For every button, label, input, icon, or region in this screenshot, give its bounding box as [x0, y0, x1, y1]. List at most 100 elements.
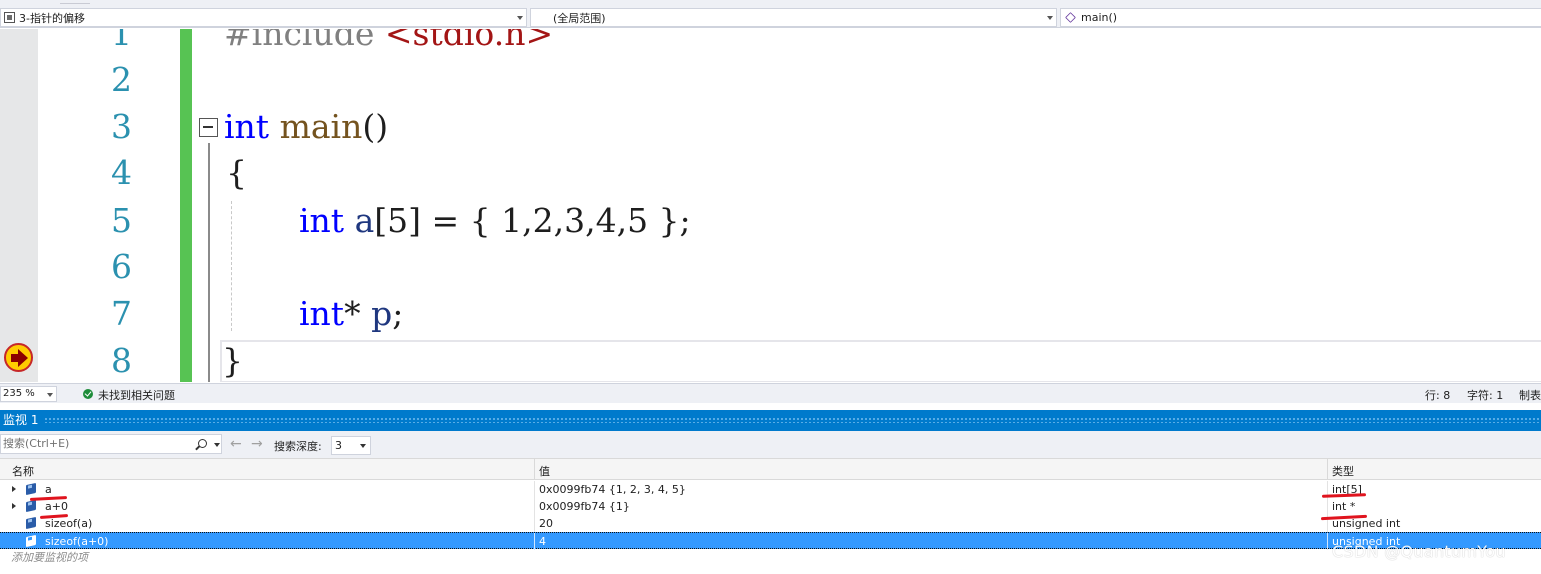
- project-dropdown[interactable]: 3-指针的偏移: [0, 8, 527, 27]
- expand-arrow-icon[interactable]: [12, 486, 16, 492]
- cell-divider: [534, 498, 535, 515]
- search-depth-dropdown[interactable]: 3: [331, 436, 371, 455]
- column-header-value[interactable]: 值: [539, 463, 550, 479]
- tab-strip-edge: [60, 0, 90, 4]
- issues-status[interactable]: 未找到相关问题: [98, 387, 175, 403]
- array-initializer: [5] = { 1,2,3,4,5 };: [374, 201, 691, 240]
- watch-row-type: int *: [1332, 500, 1356, 513]
- code-line-5[interactable]: int a[5] = { 1,2,3,4,5 };: [299, 198, 691, 244]
- line-number: 1: [111, 29, 132, 53]
- scope-dropdown-label: (全局范围): [553, 11, 606, 25]
- brace: }: [222, 341, 243, 380]
- code-line-1[interactable]: #include <stdio.h>: [224, 29, 553, 57]
- zoom-level: 235 %: [3, 388, 35, 399]
- search-placeholder: 搜索(Ctrl+E): [3, 437, 70, 450]
- function-name: main: [279, 107, 363, 146]
- watch-row-name[interactable]: sizeof(a): [45, 517, 92, 530]
- column-divider[interactable]: [1327, 459, 1328, 480]
- watch-row[interactable]: a+0 0x0099fb74 {1} int *: [0, 498, 1541, 515]
- char-indicator: 字符: 1: [1467, 389, 1504, 402]
- execution-pointer-icon[interactable]: [4, 343, 33, 372]
- line-number: 6: [111, 247, 132, 286]
- line-number: 8: [111, 341, 132, 380]
- cell-divider: [1327, 498, 1328, 515]
- pointer-star: *: [344, 294, 361, 333]
- search-icon[interactable]: [198, 439, 207, 448]
- punctuation: (): [362, 107, 389, 146]
- cell-divider: [534, 533, 535, 550]
- watch-panel-title: 监视 1: [3, 413, 39, 427]
- keyword: int: [299, 294, 345, 333]
- cell-divider: [534, 481, 535, 498]
- code-editor[interactable]: 1 2 3 4 5 6 7 8 #include <stdio.h> int m…: [0, 29, 1541, 382]
- variable-icon: [26, 482, 36, 496]
- watch-row-value[interactable]: 0x0099fb74 {1, 2, 3, 4, 5}: [539, 483, 686, 496]
- line-number: 3: [111, 107, 132, 146]
- watch-search-input[interactable]: 搜索(Ctrl+E): [0, 434, 222, 454]
- scope-dropdown[interactable]: (全局范围): [530, 8, 1057, 27]
- watch-row-name[interactable]: a+0: [45, 500, 68, 513]
- watch-row-value[interactable]: 4: [539, 535, 546, 548]
- preprocessor-directive: #include: [224, 29, 375, 53]
- chevron-down-icon[interactable]: [1047, 16, 1053, 20]
- watch-row-value[interactable]: 0x0099fb74 {1}: [539, 500, 630, 513]
- cell-divider: [1327, 533, 1328, 550]
- line-indicator: 行: 8: [1425, 389, 1451, 402]
- line-number-gutter: 1 2 3 4 5 6 7 8: [38, 29, 180, 382]
- back-arrow-icon[interactable]: ←: [230, 437, 242, 451]
- column-divider[interactable]: [534, 459, 535, 480]
- semicolon: ;: [392, 294, 404, 333]
- cell-divider: [534, 515, 535, 532]
- watch-row-name[interactable]: sizeof(a+0): [45, 535, 108, 548]
- code-line-7[interactable]: int* p;: [299, 291, 403, 337]
- variable-icon: [26, 516, 36, 530]
- watch-row[interactable]: sizeof(a) 20 unsigned int: [0, 515, 1541, 532]
- chevron-down-icon[interactable]: [360, 444, 366, 448]
- chevron-down-icon[interactable]: [214, 443, 220, 447]
- search-depth-label: 搜索深度:: [274, 440, 322, 453]
- watch-toolbar: 搜索(Ctrl+E) ← → 搜索深度: 3: [0, 431, 1541, 458]
- tab-indicator[interactable]: 制表: [1519, 387, 1541, 403]
- identifier: a: [354, 201, 375, 240]
- identifier: p: [371, 294, 393, 333]
- code-text-area[interactable]: #include <stdio.h> int main() { int a[5]…: [192, 29, 1541, 382]
- watch-row-value[interactable]: 20: [539, 517, 553, 530]
- check-circle-icon: [83, 389, 93, 399]
- watch-grid: a 0x0099fb74 {1, 2, 3, 4, 5} int[5] a+0 …: [0, 481, 1541, 574]
- variable-icon: [26, 499, 36, 513]
- zoom-dropdown[interactable]: 235 %: [0, 386, 57, 402]
- chevron-down-icon[interactable]: [47, 393, 53, 397]
- change-tracking-bar: [180, 29, 192, 382]
- watch-panel-title-bar[interactable]: 监视 1: [0, 410, 1541, 431]
- method-icon: [1065, 12, 1076, 23]
- keyword: int: [299, 201, 345, 240]
- variable-icon: [26, 534, 36, 548]
- watermark: CSDN @QuantumYou: [1332, 542, 1506, 561]
- line-number: 4: [111, 153, 132, 192]
- keyword: int: [224, 107, 270, 146]
- search-depth-value: 3: [335, 439, 342, 452]
- column-header-type[interactable]: 类型: [1332, 463, 1354, 479]
- watch-row-name[interactable]: a: [45, 483, 52, 496]
- glyph-margin[interactable]: [0, 29, 38, 382]
- editor-status-bar: 235 % 未找到相关问题 行: 8 字符: 1 制表: [0, 383, 1541, 403]
- code-line-4[interactable]: {: [226, 150, 247, 196]
- code-line-3[interactable]: int main(): [224, 104, 388, 150]
- column-header-name[interactable]: 名称: [12, 463, 34, 479]
- add-watch-item-hint[interactable]: 添加要监视的项: [11, 549, 88, 565]
- expand-arrow-icon[interactable]: [12, 503, 16, 509]
- include-header: <stdio.h>: [384, 29, 554, 53]
- project-dropdown-label: 3-指针的偏移: [19, 11, 85, 25]
- line-number: 2: [111, 60, 132, 99]
- title-drag-grip[interactable]: [44, 417, 1541, 423]
- line-number: 5: [111, 201, 132, 240]
- editor-navigation-bar: 3-指针的偏移 (全局范围) main(): [0, 6, 1541, 28]
- code-line-8[interactable]: }: [222, 338, 243, 382]
- line-number: 7: [111, 294, 132, 333]
- chevron-down-icon[interactable]: [517, 16, 523, 20]
- watch-row-selected[interactable]: sizeof(a+0) 4 unsigned int: [0, 532, 1541, 550]
- watch-row[interactable]: a 0x0099fb74 {1, 2, 3, 4, 5} int[5]: [0, 481, 1541, 498]
- forward-arrow-icon[interactable]: →: [251, 437, 263, 451]
- brace: {: [226, 153, 247, 192]
- member-dropdown[interactable]: main(): [1060, 8, 1541, 27]
